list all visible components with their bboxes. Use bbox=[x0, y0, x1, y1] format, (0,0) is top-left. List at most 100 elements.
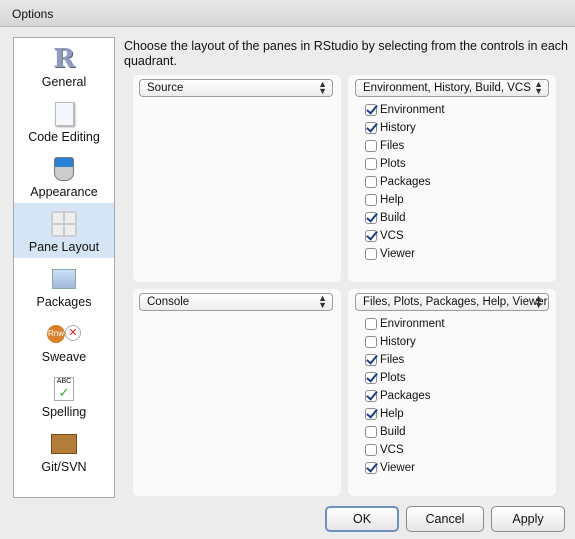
sidebar-item-git-svn[interactable]: Git/SVN bbox=[14, 423, 114, 478]
bottom-left-quadrant: Console ▲ ▼ bbox=[133, 289, 341, 496]
checkbox-box[interactable] bbox=[365, 104, 377, 116]
checkbox-plots[interactable]: Plots bbox=[365, 372, 406, 384]
select-value: Environment, History, Build, VCS bbox=[363, 82, 531, 94]
checkbox-label: Plots bbox=[380, 158, 406, 170]
checkbox-box[interactable] bbox=[365, 318, 377, 330]
select-value: Source bbox=[147, 82, 184, 94]
top-left-quadrant: Source ▲ ▼ bbox=[133, 75, 341, 282]
checkbox-history[interactable]: History bbox=[365, 122, 416, 134]
checkbox-help[interactable]: Help bbox=[365, 408, 404, 420]
checkbox-box[interactable] bbox=[365, 140, 377, 152]
select-value: Console bbox=[147, 296, 190, 308]
checkbox-history[interactable]: History bbox=[365, 336, 416, 348]
sidebar-item-sweave[interactable]: Rnw ✕ Sweave bbox=[14, 313, 114, 368]
checkbox-packages[interactable]: Packages bbox=[365, 176, 431, 188]
checkbox-vcs[interactable]: VCS bbox=[365, 230, 404, 242]
checkbox-plots[interactable]: Plots bbox=[365, 158, 406, 170]
ok-button[interactable]: OK bbox=[325, 506, 399, 532]
updown-arrow-icon: ▲ ▼ bbox=[534, 79, 543, 96]
checkbox-box[interactable] bbox=[365, 212, 377, 224]
packages-icon bbox=[51, 266, 77, 292]
checkbox-label: Files bbox=[380, 354, 405, 366]
checkbox-environment[interactable]: Environment bbox=[365, 104, 445, 116]
spelling-check-icon: ABC ✓ bbox=[51, 376, 77, 402]
checkbox-label: Build bbox=[380, 212, 406, 224]
select-value: Files, Plots, Packages, Help, Viewer bbox=[363, 296, 548, 308]
checkbox-label: Environment bbox=[380, 318, 445, 330]
checkbox-build[interactable]: Build bbox=[365, 426, 406, 438]
checkbox-files[interactable]: Files bbox=[365, 354, 404, 366]
checkbox-box[interactable] bbox=[365, 176, 377, 188]
checkbox-label: Viewer bbox=[380, 248, 415, 260]
checkbox-box[interactable] bbox=[365, 390, 377, 402]
checkbox-label: VCS bbox=[380, 230, 404, 242]
sidebar-item-label: Packages bbox=[36, 295, 92, 309]
checkbox-label: Help bbox=[380, 194, 404, 206]
checkbox-box[interactable] bbox=[365, 230, 377, 242]
sidebar-item-label: General bbox=[41, 75, 87, 89]
sidebar-item-label: Git/SVN bbox=[41, 460, 87, 474]
title-bar: Options bbox=[0, 0, 575, 27]
checkbox-box[interactable] bbox=[365, 194, 377, 206]
sidebar-item-label: Appearance bbox=[30, 185, 98, 199]
checkbox-box[interactable] bbox=[365, 248, 377, 260]
checkbox-box[interactable] bbox=[365, 372, 377, 384]
checkbox-box[interactable] bbox=[365, 444, 377, 456]
cancel-button[interactable]: Cancel bbox=[406, 506, 484, 532]
checkbox-box[interactable] bbox=[365, 158, 377, 170]
checkbox-viewer[interactable]: Viewer bbox=[365, 248, 415, 260]
checkbox-files[interactable]: Files bbox=[365, 140, 404, 152]
updown-arrow-icon: ▲ ▼ bbox=[534, 293, 543, 310]
instructions: Choose the layout of the panes in RStudi… bbox=[124, 39, 569, 68]
checkbox-label: Build bbox=[380, 426, 406, 438]
checkbox-vcs[interactable]: VCS bbox=[365, 444, 404, 456]
bottom-right-quadrant: Files, Plots, Packages, Help, Viewer ▲ ▼ E… bbox=[348, 289, 556, 496]
sidebar-item-general[interactable]: R General bbox=[14, 38, 114, 93]
sidebar-item-pane-layout[interactable]: Pane Layout bbox=[14, 203, 114, 258]
checkbox-label: Help bbox=[380, 408, 404, 420]
checkbox-box[interactable] bbox=[365, 336, 377, 348]
top-left-pane-select[interactable]: Source ▲ ▼ bbox=[139, 79, 333, 97]
sidebar-item-appearance[interactable]: Appearance bbox=[14, 148, 114, 203]
checkbox-label: Files bbox=[380, 140, 405, 152]
checkbox-help[interactable]: Help bbox=[365, 194, 404, 206]
sidebar-item-spelling[interactable]: ABC ✓ Spelling bbox=[14, 368, 114, 423]
apply-button[interactable]: Apply bbox=[491, 506, 565, 532]
top-right-quadrant: Environment, History, Build, VCS ▲ ▼ Envir… bbox=[348, 75, 556, 282]
sidebar-item-packages[interactable]: Packages bbox=[14, 258, 114, 313]
updown-arrow-icon: ▲ ▼ bbox=[318, 293, 327, 310]
r-logo-icon: R bbox=[53, 44, 75, 74]
sweave-pdf-icon: Rnw ✕ bbox=[47, 321, 81, 347]
checkbox-box[interactable] bbox=[365, 408, 377, 420]
bottom-left-pane-select[interactable]: Console ▲ ▼ bbox=[139, 293, 333, 311]
pane-grid-icon bbox=[51, 211, 77, 237]
checkbox-label: Viewer bbox=[380, 462, 415, 474]
checkbox-box[interactable] bbox=[365, 122, 377, 134]
checkbox-box[interactable] bbox=[365, 354, 377, 366]
document-icon bbox=[51, 101, 77, 127]
sidebar-item-label: Code Editing bbox=[28, 130, 100, 144]
sidebar-item-code-editing[interactable]: Code Editing bbox=[14, 93, 114, 148]
checkbox-label: Plots bbox=[380, 372, 406, 384]
checkbox-label: History bbox=[380, 122, 416, 134]
sidebar-item-label: Sweave bbox=[41, 350, 87, 364]
checkbox-label: Packages bbox=[380, 176, 431, 188]
sidebar-item-label: Spelling bbox=[41, 405, 87, 419]
checkbox-viewer[interactable]: Viewer bbox=[365, 462, 415, 474]
checkbox-build[interactable]: Build bbox=[365, 212, 406, 224]
top-right-pane-select[interactable]: Environment, History, Build, VCS ▲ ▼ bbox=[355, 79, 549, 97]
checkbox-label: VCS bbox=[380, 444, 404, 456]
checkbox-environment[interactable]: Environment bbox=[365, 318, 445, 330]
checkbox-box[interactable] bbox=[365, 462, 377, 474]
checkbox-packages[interactable]: Packages bbox=[365, 390, 431, 402]
paint-bucket-icon bbox=[51, 156, 77, 182]
checkbox-label: Environment bbox=[380, 104, 445, 116]
checkbox-label: Packages bbox=[380, 390, 431, 402]
checkbox-box[interactable] bbox=[365, 426, 377, 438]
updown-arrow-icon: ▲ ▼ bbox=[318, 79, 327, 96]
window-title: Options bbox=[12, 7, 54, 21]
bottom-right-pane-select[interactable]: Files, Plots, Packages, Help, Viewer ▲ ▼ bbox=[355, 293, 549, 311]
checkbox-label: History bbox=[380, 336, 416, 348]
sidebar-item-label: Pane Layout bbox=[28, 240, 100, 254]
box-icon bbox=[51, 431, 77, 457]
